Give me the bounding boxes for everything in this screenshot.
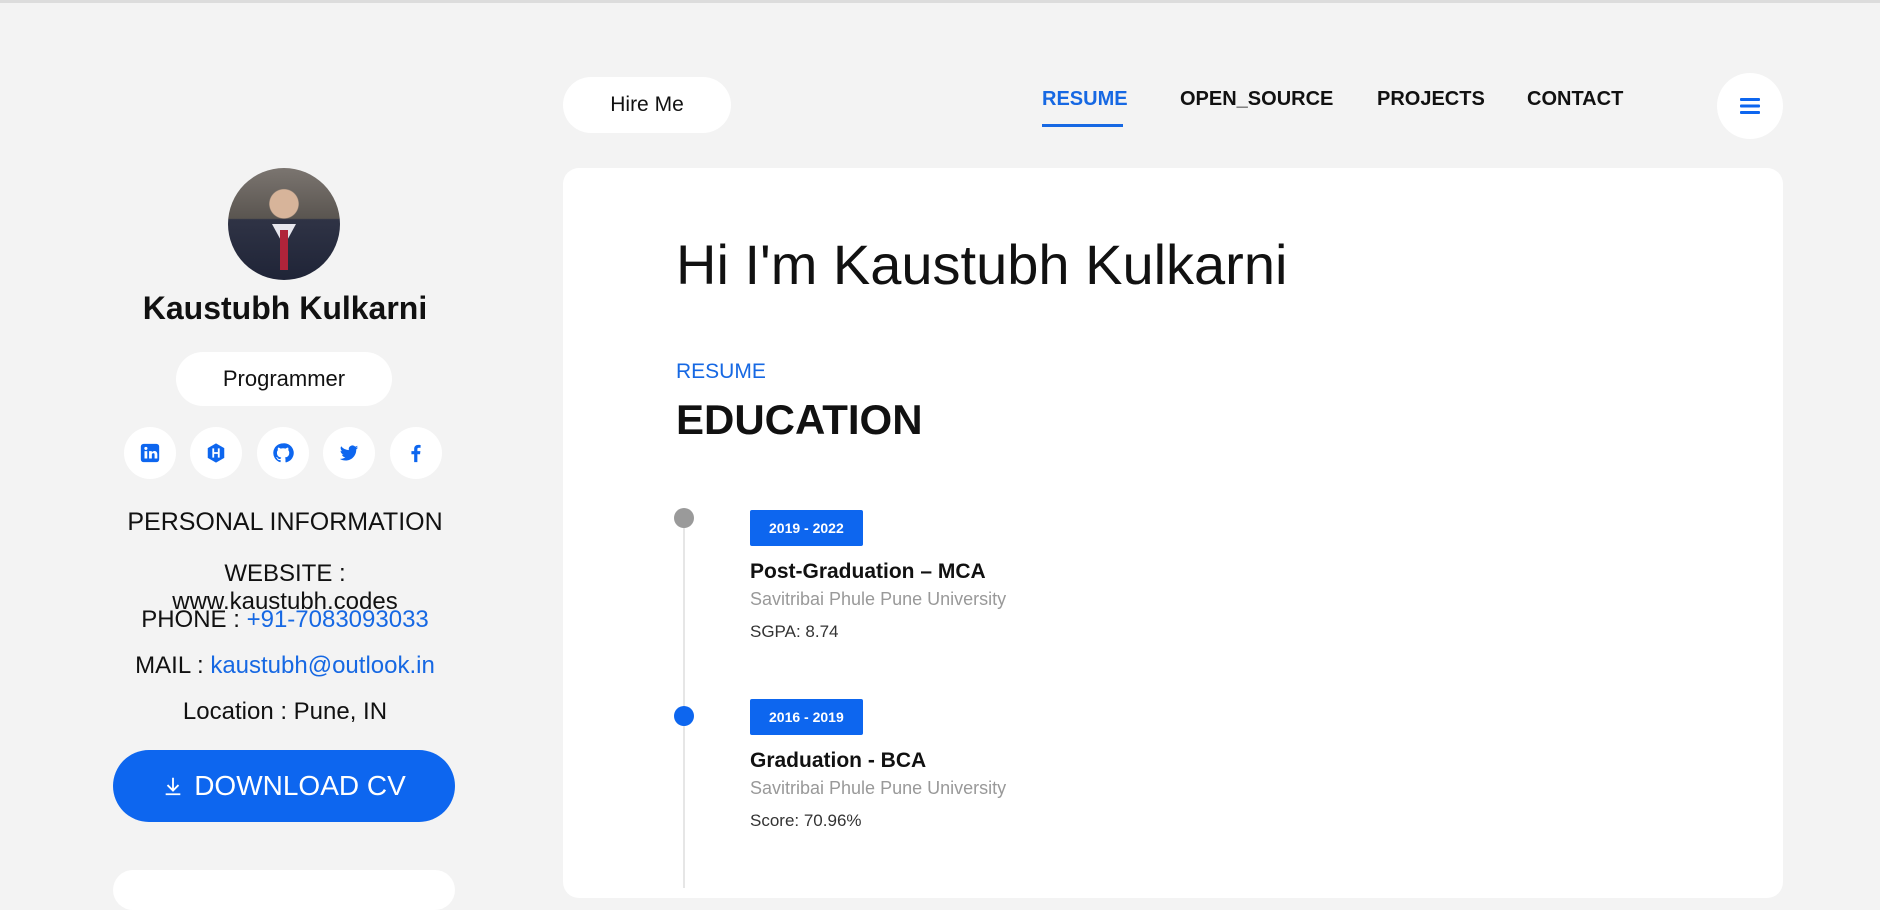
university-name: Savitribai Phule Pune University: [750, 778, 1007, 798]
hashnode-link[interactable]: [190, 427, 242, 479]
sidebar-card: [113, 870, 455, 910]
education-entry: 2016 - 2019 Graduation - BCA Savitribai …: [750, 699, 1006, 831]
nav-open-source[interactable]: OPEN_SOURCE: [1180, 88, 1333, 111]
score-text: SGPA: 8.74: [750, 622, 839, 641]
university-name: Savitribai Phule Pune University: [750, 589, 1007, 609]
nav-projects[interactable]: PROJECTS: [1377, 88, 1485, 111]
greeting-heading: Hi I'm Kaustubh Kulkarni: [676, 233, 1288, 296]
download-cv-label: DOWNLOAD CV: [194, 770, 406, 801]
degree-title: Graduation - BCA: [750, 749, 927, 772]
degree-title: Post-Graduation – MCA: [750, 560, 986, 583]
score-text: Score: 70.96%: [750, 811, 862, 830]
education-entry: 2019 - 2022 Post-Graduation – MCA Savitr…: [750, 510, 1006, 642]
facebook-icon: [411, 444, 421, 463]
linkedin-link[interactable]: [124, 427, 176, 479]
twitter-icon: [339, 445, 359, 461]
personal-info-heading: PERSONAL INFORMATION: [127, 508, 443, 536]
timeline-dot: [674, 508, 694, 528]
section-kicker: RESUME: [676, 360, 766, 383]
phone-row: PHONE : +91-7083093033: [110, 606, 460, 634]
hashnode-icon: [207, 443, 225, 463]
profile-name: Kaustubh Kulkarni: [142, 290, 428, 326]
location-row: Location : Pune, IN: [110, 698, 460, 726]
role-badge: Programmer: [176, 352, 392, 406]
date-badge: 2016 - 2019: [750, 699, 863, 735]
twitter-link[interactable]: [323, 427, 375, 479]
date-badge: 2019 - 2022: [750, 510, 863, 546]
phone-link[interactable]: +91-7083093033: [247, 606, 429, 633]
nav-contact[interactable]: CONTACT: [1527, 88, 1623, 111]
location-label: Location :: [182, 698, 294, 725]
menu-button[interactable]: [1717, 73, 1783, 139]
phone-label: PHONE :: [141, 606, 247, 633]
facebook-link[interactable]: [390, 427, 442, 479]
nav-resume[interactable]: RESUME: [1042, 88, 1128, 111]
nav-active-indicator: [1042, 124, 1123, 127]
github-link[interactable]: [257, 427, 309, 479]
avatar: [228, 168, 340, 280]
hamburger-icon: [1740, 98, 1760, 114]
mail-row: MAIL : kaustubh@outlook.in: [110, 652, 460, 680]
download-icon: [165, 777, 181, 796]
github-icon: [273, 443, 294, 463]
top-rule: [0, 0, 1880, 3]
timeline-line: [683, 518, 685, 888]
social-links: [124, 427, 454, 483]
website-label: WEBSITE :: [224, 560, 346, 587]
timeline-dot-active: [674, 706, 694, 726]
mail-label: MAIL :: [135, 652, 211, 679]
download-cv-button[interactable]: DOWNLOAD CV: [113, 750, 455, 822]
education-heading: EDUCATION: [676, 396, 923, 443]
linkedin-icon: [140, 443, 160, 463]
mail-link[interactable]: kaustubh@outlook.in: [210, 652, 435, 679]
location-value: Pune, IN: [293, 698, 388, 725]
hire-me-button[interactable]: Hire Me: [563, 77, 731, 133]
